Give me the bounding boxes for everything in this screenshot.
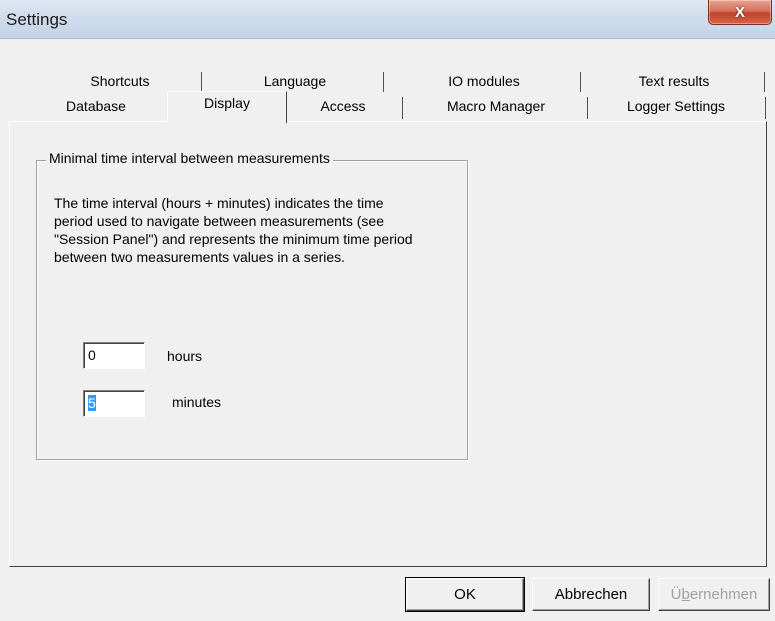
tab-divider — [383, 72, 384, 92]
tab-divider — [587, 97, 588, 119]
hours-label: hours — [167, 348, 203, 364]
close-button[interactable]: X — [708, 0, 772, 25]
apply-label-prefix: Ü — [670, 586, 682, 603]
ok-button[interactable]: OK — [405, 577, 525, 612]
title-bar: Settings X — [0, 0, 775, 39]
tab-logger-settings[interactable]: Logger Settings — [592, 94, 760, 118]
window-title: Settings — [6, 10, 68, 29]
apply-label-suffix: ernehmen — [689, 586, 758, 603]
tab-io-modules[interactable]: IO modules — [388, 69, 580, 93]
tab-divider — [765, 97, 766, 119]
hours-input[interactable]: 0 — [83, 342, 145, 369]
minutes-value: 5 — [88, 395, 96, 411]
hours-value: 0 — [88, 347, 96, 363]
interval-description: The time interval (hours + minutes) indi… — [54, 195, 413, 265]
tab-divider — [580, 72, 581, 92]
tab-access[interactable]: Access — [287, 94, 399, 118]
group-caption: Minimal time interval between measuremen… — [46, 150, 333, 166]
tab-display[interactable]: Display — [167, 91, 287, 123]
cancel-button[interactable]: Abbrechen — [532, 578, 650, 611]
tab-text-results[interactable]: Text results — [588, 69, 760, 93]
tab-database[interactable]: Database — [26, 94, 166, 118]
tab-divider — [201, 72, 202, 92]
close-icon: X — [734, 3, 745, 21]
tab-macro-manager[interactable]: Macro Manager — [408, 94, 584, 118]
tab-divider — [402, 97, 403, 119]
apply-button[interactable]: Übernehmen — [658, 578, 770, 611]
tab-shortcuts[interactable]: Shortcuts — [40, 69, 200, 93]
minutes-label: minutes — [172, 394, 222, 410]
apply-accelerator: b — [681, 586, 690, 603]
tab-language[interactable]: Language — [210, 69, 380, 93]
minutes-input[interactable]: 5 — [83, 390, 145, 417]
tab-divider — [764, 72, 765, 92]
